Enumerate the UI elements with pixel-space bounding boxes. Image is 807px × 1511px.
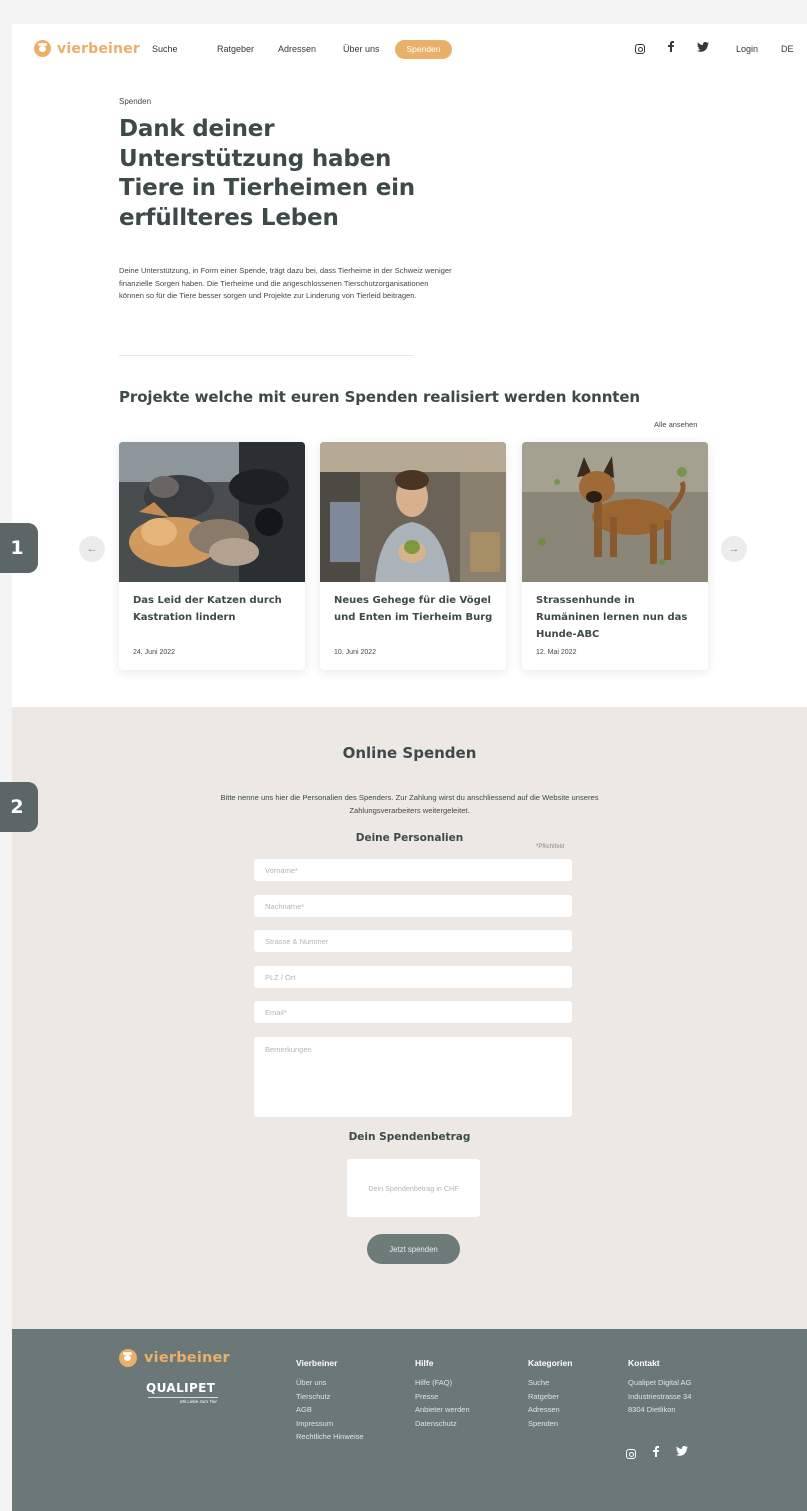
project-card-3[interactable]: Strassenhunde in Rumäninen lernen nun da… — [522, 442, 708, 670]
hero-description: Deine Unterstützung, in Form einer Spend… — [119, 266, 452, 301]
project-image-kittens — [119, 442, 305, 582]
page-title: Dank deiner Unterstützung haben Tiere in… — [119, 116, 415, 231]
footer-column-kontakt: Kontakt Qualipet Digital AG Industriestr… — [628, 1358, 691, 1417]
project-title: Neues Gehege für die Vögel und Enten im … — [334, 595, 493, 623]
footer-link[interactable]: Über uns — [296, 1376, 364, 1390]
twitter-icon[interactable] — [695, 41, 711, 57]
donation-section: Online Spenden Bitte nenne uns hier die … — [12, 707, 807, 1329]
nav-link-adressen[interactable]: Adressen — [278, 44, 316, 54]
amount-field[interactable] — [347, 1159, 480, 1217]
footer-column-kategorien: Kategorien Suche Ratgeber Adressen Spend… — [528, 1358, 572, 1430]
footer-link[interactable]: Tierschutz — [296, 1390, 364, 1404]
project-title: Strassenhunde in Rumäninen lernen nun da… — [536, 595, 688, 640]
footer-link[interactable]: Presse — [415, 1390, 470, 1404]
footer-social-links — [626, 1446, 688, 1462]
footer-link[interactable]: Rechtliche Hinweise — [296, 1430, 364, 1444]
footer-link[interactable]: Impressum — [296, 1417, 364, 1431]
project-date: 10. Juni 2022 — [334, 649, 377, 656]
donation-intro: Bitte nenne uns hier die Personalien des… — [220, 793, 599, 815]
footer-link[interactable]: Spenden — [528, 1417, 572, 1431]
nav-link-ueber-uns[interactable]: Über uns — [343, 44, 380, 54]
footer-link[interactable]: Hilfe (FAQ) — [415, 1376, 470, 1390]
personal-data-heading: Deine Personalien — [355, 832, 464, 844]
paw-logo-icon — [34, 40, 51, 57]
facebook-icon[interactable] — [663, 41, 679, 57]
qualipet-underline — [148, 1397, 218, 1398]
donate-submit-button[interactable]: Jetzt spenden — [367, 1234, 460, 1264]
instagram-icon[interactable] — [632, 41, 648, 57]
twitter-icon[interactable] — [676, 1446, 688, 1462]
footer-link[interactable]: Datenschutz — [415, 1417, 470, 1431]
donation-title: Online Spenden — [342, 744, 477, 762]
footer-link[interactable]: Ratgeber — [528, 1390, 572, 1404]
contact-line: Industriestrasse 34 — [628, 1391, 692, 1401]
contact-line: 8304 Dietlikon — [628, 1405, 676, 1414]
footer-logo-text: vierbeiner — [144, 1350, 230, 1366]
annotation-badge-2: 2 — [0, 782, 38, 832]
nav-link-suche[interactable]: Suche — [152, 44, 178, 54]
projects-heading: Projekte welche mit euren Spenden realis… — [119, 388, 640, 406]
site-logo[interactable]: vierbeiner — [34, 40, 140, 57]
top-navigation: vierbeiner Suche Ratgeber Adressen Über … — [12, 38, 807, 62]
logo-text: vierbeiner — [57, 40, 141, 57]
footer-heading: Vierbeiner — [296, 1358, 338, 1368]
facebook-icon[interactable] — [653, 1446, 659, 1462]
paw-logo-icon — [119, 1349, 137, 1367]
footer-link[interactable]: AGB — [296, 1403, 364, 1417]
footer-logo[interactable]: vierbeiner — [119, 1349, 230, 1367]
page: vierbeiner Suche Ratgeber Adressen Über … — [12, 24, 807, 1511]
carousel-next-button[interactable]: → — [721, 536, 747, 562]
qualipet-logo[interactable]: QUALIPET — [146, 1381, 215, 1395]
project-image-dog — [522, 442, 708, 582]
footer: vierbeiner QUALIPET Mit Liebe zum Tier V… — [12, 1329, 807, 1511]
footer-heading: Kontakt — [628, 1358, 660, 1368]
language-selector[interactable]: DE — [781, 44, 794, 54]
email-field[interactable] — [254, 1001, 572, 1023]
carousel-prev-button[interactable]: ← — [79, 536, 105, 562]
firstname-field[interactable] — [254, 859, 572, 881]
footer-heading: Hilfe — [415, 1358, 434, 1368]
nav-donate-button[interactable]: Spenden — [395, 40, 452, 59]
see-all-link[interactable]: Alle ansehen — [654, 420, 697, 429]
project-card-1[interactable]: Das Leid der Katzen durch Kastration lin… — [119, 442, 305, 670]
street-field[interactable] — [254, 930, 572, 952]
divider — [119, 355, 414, 356]
project-card-2[interactable]: Neues Gehege für die Vögel und Enten im … — [320, 442, 506, 670]
footer-column-hilfe: Hilfe Hilfe (FAQ) Presse Anbieter werden… — [415, 1358, 470, 1430]
remarks-field[interactable] — [254, 1037, 572, 1117]
project-title: Das Leid der Katzen durch Kastration lin… — [133, 595, 282, 623]
amount-heading: Dein Spendenbetrag — [348, 1131, 471, 1143]
login-link[interactable]: Login — [736, 44, 758, 54]
footer-heading: Kategorien — [528, 1358, 573, 1368]
arrow-right-icon: → — [728, 543, 740, 555]
lastname-field[interactable] — [254, 895, 572, 917]
footer-link[interactable]: Suche — [528, 1376, 572, 1390]
contact-line: Qualipet Digital AG — [628, 1378, 692, 1387]
project-date: 12. Mai 2022 — [536, 649, 577, 656]
instagram-icon[interactable] — [626, 1446, 636, 1462]
project-image-man-duckling — [320, 442, 506, 582]
breadcrumb[interactable]: Spenden — [119, 97, 151, 106]
qualipet-tagline: Mit Liebe zum Tier — [180, 1399, 217, 1404]
city-field[interactable] — [254, 966, 572, 988]
footer-link[interactable]: Anbieter werden — [415, 1403, 470, 1417]
nav-link-ratgeber[interactable]: Ratgeber — [217, 44, 254, 54]
arrow-left-icon: ← — [86, 543, 98, 555]
annotation-badge-1: 1 — [0, 523, 38, 573]
footer-column-vierbeiner: Vierbeiner Über uns Tierschutz AGB Impre… — [296, 1358, 364, 1444]
footer-link[interactable]: Adressen — [528, 1403, 572, 1417]
required-note: *Pflichtfeld — [536, 844, 565, 850]
project-date: 24. Juni 2022 — [133, 649, 176, 656]
